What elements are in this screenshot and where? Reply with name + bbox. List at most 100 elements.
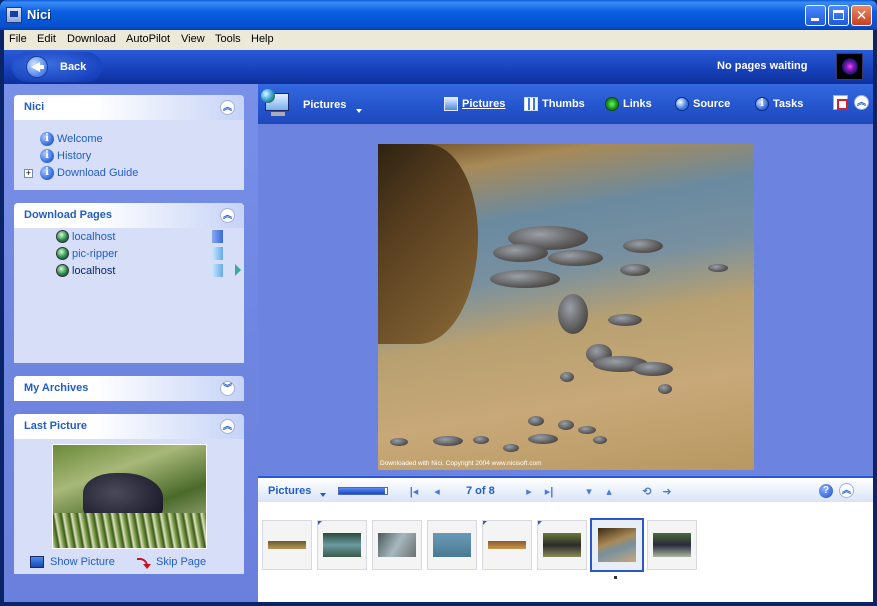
info-icon: i bbox=[40, 166, 54, 180]
close-button[interactable]: ✕ bbox=[851, 5, 872, 26]
dropdown-caret-icon[interactable] bbox=[320, 493, 326, 497]
thumbnail[interactable] bbox=[317, 520, 367, 570]
collapse-chevron-icon[interactable]: ︽ bbox=[220, 208, 235, 223]
thumbnail[interactable] bbox=[262, 520, 312, 570]
tab-pictures[interactable]: Pictures bbox=[444, 96, 505, 112]
tab-tasks[interactable]: i Tasks bbox=[755, 96, 803, 112]
globe-icon bbox=[56, 230, 69, 243]
picture-counter: 7 of 8 bbox=[466, 485, 495, 497]
maximize-button[interactable] bbox=[828, 5, 849, 26]
current-thumbnail-marker bbox=[614, 576, 617, 579]
last-picture-thumbnail[interactable] bbox=[52, 444, 207, 549]
filmstrip-view-selector[interactable]: Pictures bbox=[268, 485, 311, 497]
my-archives-header[interactable]: My Archives ︾ bbox=[14, 376, 244, 401]
panel-title: My Archives bbox=[24, 382, 89, 394]
minimize-button[interactable] bbox=[805, 5, 826, 26]
links-icon bbox=[605, 97, 619, 111]
fit-to-window-icon[interactable] bbox=[833, 95, 848, 110]
main-picture[interactable]: Downloaded with Nici. Copyright 2004 www… bbox=[378, 144, 754, 470]
nici-logo-icon bbox=[836, 53, 863, 80]
rotate-icon[interactable]: ⟲ bbox=[641, 486, 653, 498]
collapse-toolbar-icon[interactable]: ︽ bbox=[854, 95, 869, 110]
download-pages-panel: Download Pages ︽ localhost pic-ripper lo… bbox=[14, 203, 244, 363]
first-picture-icon[interactable]: |◂ bbox=[408, 486, 420, 498]
history-link[interactable]: i History bbox=[40, 149, 91, 163]
menu-tools[interactable]: Tools bbox=[215, 33, 241, 45]
thumbnail-selected[interactable] bbox=[590, 518, 644, 572]
tab-thumbs[interactable]: Thumbs bbox=[524, 96, 585, 112]
menu-help[interactable]: Help bbox=[251, 33, 274, 45]
flip-up-icon[interactable]: ▴ bbox=[603, 486, 615, 498]
download-progress-bar bbox=[212, 230, 223, 243]
globe-icon bbox=[56, 247, 69, 260]
back-arrow-icon bbox=[26, 56, 48, 78]
download-page-item[interactable]: pic-ripper bbox=[56, 247, 118, 261]
collapse-filmstrip-icon[interactable]: ︽ bbox=[839, 483, 854, 498]
filmstrip-toolbar: Pictures |◂ ◂ 7 of 8 ▸ ▸| ▾ ▴ ⟲ ➜ ? ︽ bbox=[258, 476, 873, 502]
monitor-icon bbox=[30, 556, 44, 568]
download-page-item[interactable]: localhost bbox=[56, 230, 115, 244]
show-picture-link[interactable]: Show Picture bbox=[30, 556, 115, 568]
previous-picture-icon[interactable]: ◂ bbox=[431, 486, 443, 498]
download-pages-header[interactable]: Download Pages ︽ bbox=[14, 203, 244, 228]
thumbnail[interactable] bbox=[537, 520, 587, 570]
pictures-icon bbox=[444, 97, 458, 111]
menu-file[interactable]: File bbox=[9, 33, 27, 45]
title-bar[interactable]: Nici ✕ bbox=[0, 0, 877, 30]
dropdown-caret-icon[interactable] bbox=[356, 109, 362, 113]
menu-download[interactable]: Download bbox=[67, 33, 116, 45]
queue-status: No pages waiting bbox=[717, 60, 808, 72]
info-icon: i bbox=[40, 149, 54, 163]
nici-panel-header[interactable]: Nici ︽ bbox=[14, 95, 244, 120]
thumbnail[interactable] bbox=[427, 520, 477, 570]
panel-title: Nici bbox=[24, 101, 45, 113]
slider-fill bbox=[339, 488, 385, 494]
window-title: Nici bbox=[27, 7, 51, 22]
globe-icon bbox=[56, 264, 69, 277]
expand-plus-icon[interactable]: + bbox=[24, 169, 33, 178]
menu-view[interactable]: View bbox=[181, 33, 205, 45]
thumbnail[interactable] bbox=[482, 520, 532, 570]
flip-down-icon[interactable]: ▾ bbox=[583, 486, 595, 498]
app-icon[interactable] bbox=[6, 7, 22, 23]
tab-source[interactable]: Source bbox=[675, 96, 730, 112]
current-page-arrow-icon bbox=[235, 264, 241, 276]
menu-autopilot[interactable]: AutoPilot bbox=[126, 33, 170, 45]
back-button[interactable]: Back bbox=[12, 52, 102, 82]
welcome-link[interactable]: i Welcome bbox=[40, 132, 103, 146]
navigation-bar: Back No pages waiting bbox=[4, 50, 873, 84]
expand-chevron-icon[interactable]: ︾ bbox=[220, 381, 235, 396]
last-picture-header[interactable]: Last Picture ︽ bbox=[14, 414, 244, 439]
back-label: Back bbox=[60, 61, 87, 73]
menu-bar: File Edit Download AutoPilot View Tools … bbox=[4, 30, 873, 50]
download-page-item-current[interactable]: localhost bbox=[56, 264, 115, 278]
filmstrip bbox=[258, 502, 873, 602]
menu-edit[interactable]: Edit bbox=[37, 33, 56, 45]
collapse-chevron-icon[interactable]: ︽ bbox=[220, 100, 235, 115]
download-progress-bar bbox=[212, 247, 223, 260]
view-selector[interactable]: Pictures bbox=[303, 99, 346, 111]
zoom-slider[interactable] bbox=[338, 487, 388, 495]
last-picture-icon[interactable]: ▸| bbox=[543, 486, 555, 498]
nici-panel: Nici ︽ i Welcome i History + i Download Gui… bbox=[14, 95, 244, 190]
panel-title: Last Picture bbox=[24, 420, 87, 432]
export-arrow-icon[interactable]: ➜ bbox=[661, 486, 673, 498]
skip-page-link[interactable]: Skip Page bbox=[136, 556, 206, 569]
pictures-view-icon bbox=[261, 89, 291, 119]
content-pane: Pictures Pictures Thumbs Links Source iT… bbox=[258, 84, 873, 602]
help-icon[interactable]: ? bbox=[819, 484, 833, 498]
tasks-info-icon: i bbox=[755, 97, 769, 111]
tab-links[interactable]: Links bbox=[605, 96, 652, 112]
collapse-chevron-icon[interactable]: ︽ bbox=[220, 419, 235, 434]
download-guide-link[interactable]: i Download Guide bbox=[40, 166, 138, 180]
skip-arrow-icon bbox=[136, 556, 151, 569]
my-archives-panel: My Archives ︾ bbox=[14, 376, 244, 401]
thumbnail[interactable] bbox=[372, 520, 422, 570]
info-icon: i bbox=[40, 132, 54, 146]
panel-title: Download Pages bbox=[24, 209, 113, 221]
next-picture-icon[interactable]: ▸ bbox=[523, 486, 535, 498]
thumbnail[interactable] bbox=[647, 520, 697, 570]
thumbs-icon bbox=[524, 97, 538, 111]
picture-copyright-caption: Downloaded with Nici. Copyright 2004 www… bbox=[380, 460, 542, 467]
source-icon bbox=[675, 97, 689, 111]
